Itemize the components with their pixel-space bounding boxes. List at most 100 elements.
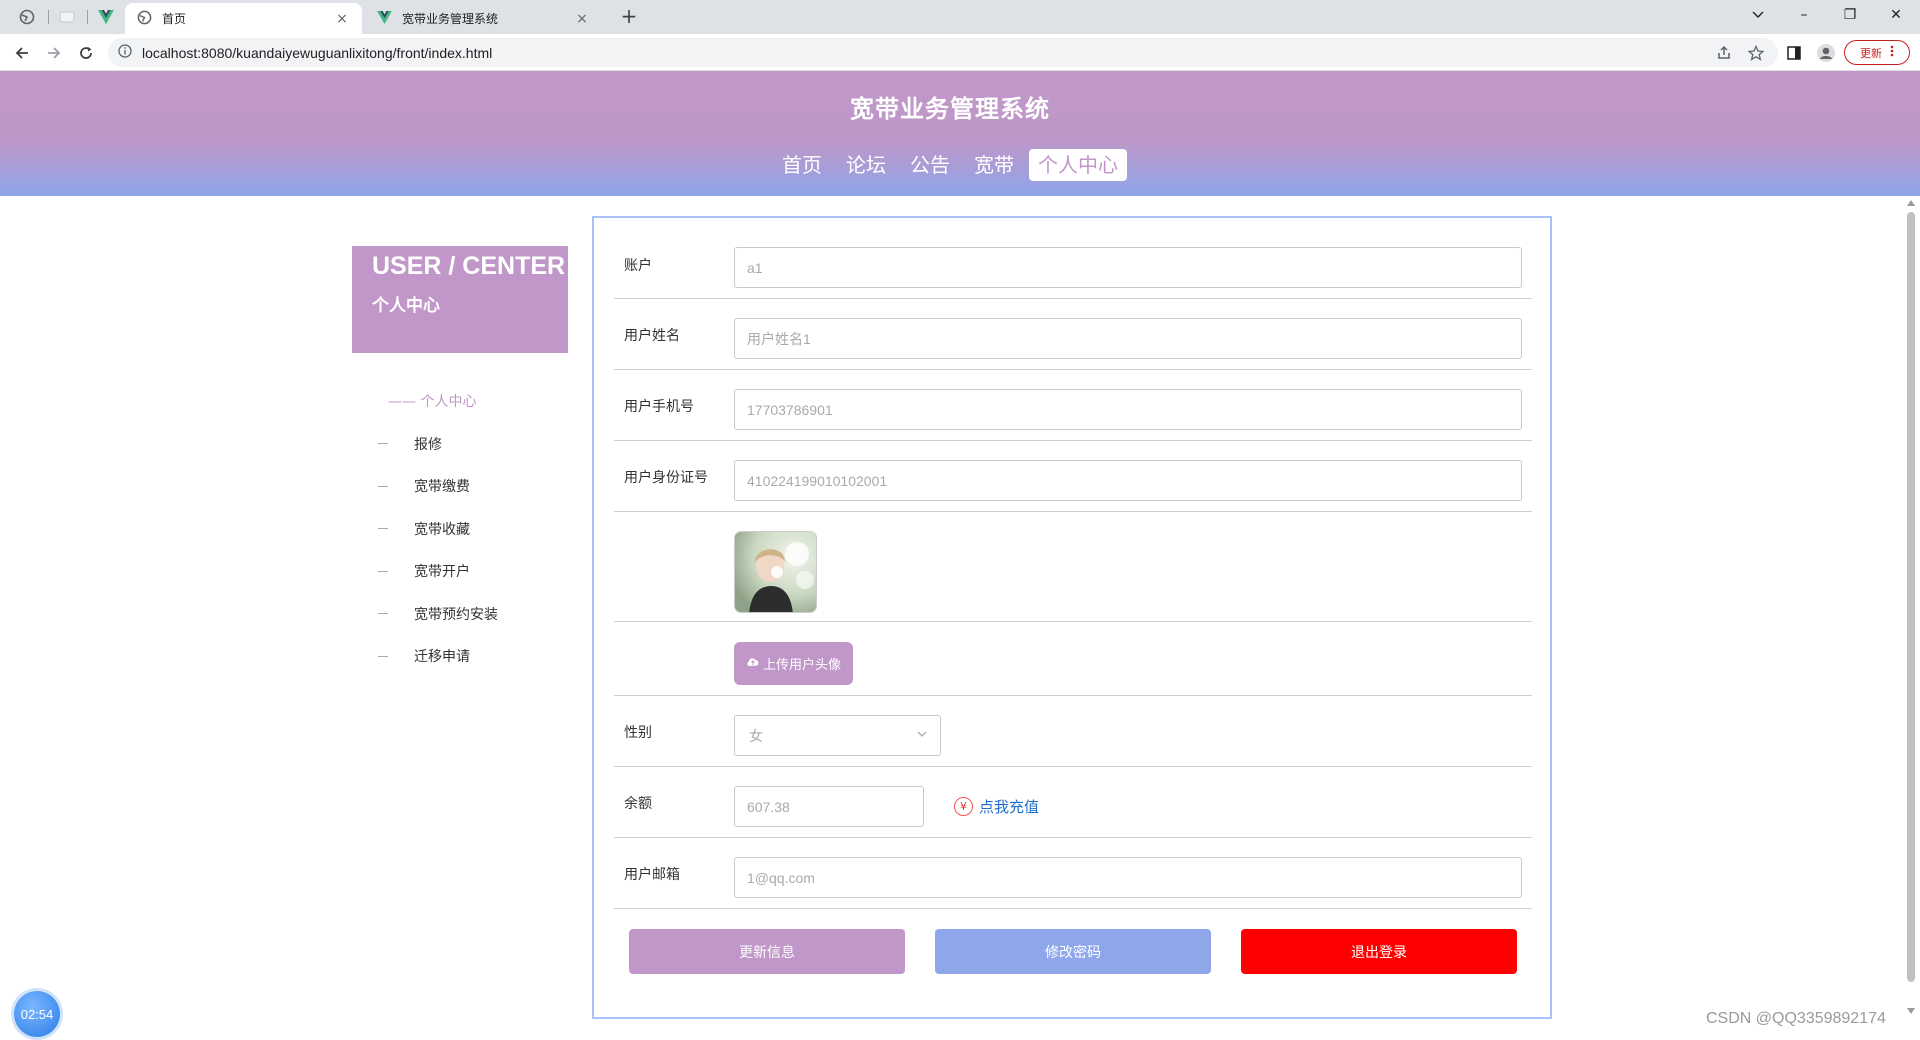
- side-item-repair[interactable]: 报修: [352, 423, 568, 466]
- side-item-label: 迁移申请: [414, 649, 470, 666]
- window-close-button[interactable]: ✕: [1874, 0, 1918, 30]
- id-card-label: 用户身份证号: [624, 470, 708, 486]
- side-item-favorites[interactable]: 宽带收藏: [352, 508, 568, 551]
- dash-icon: [378, 528, 388, 530]
- browser-toolbar: localhost:8080/kuandaiyewuguanlixitong/f…: [0, 34, 1920, 71]
- tab-separator: [48, 10, 49, 24]
- watermark: CSDN @QQ3359892174: [1706, 1010, 1886, 1027]
- more-vert-icon: [1890, 45, 1894, 60]
- id-card-input[interactable]: 410224199010102001: [734, 460, 1522, 501]
- url-text: localhost:8080/kuandaiyewuguanlixitong/f…: [142, 44, 493, 61]
- chevron-down-icon: [916, 728, 928, 744]
- address-bar[interactable]: localhost:8080/kuandaiyewuguanlixitong/f…: [108, 38, 1778, 67]
- close-tab-icon[interactable]: ×: [334, 11, 350, 27]
- dash-icon: [378, 443, 388, 445]
- phone-label: 用户手机号: [624, 399, 694, 415]
- change-password-button[interactable]: 修改密码: [935, 929, 1211, 974]
- update-label: 更新: [1860, 46, 1882, 60]
- user-center-title-zh: 个人中心: [372, 296, 440, 316]
- form-row-id-card: 用户身份证号 410224199010102001: [614, 441, 1532, 512]
- nav-user-center[interactable]: 个人中心: [1029, 149, 1127, 181]
- scroll-up-icon[interactable]: [1907, 200, 1915, 206]
- globe-icon: [137, 10, 152, 28]
- minimize-button[interactable]: –: [1782, 0, 1826, 30]
- tab-separator: [87, 10, 88, 24]
- yen-coin-icon: ¥: [954, 797, 973, 816]
- user-avatar-image: [734, 531, 817, 613]
- site-info-icon[interactable]: [118, 43, 132, 62]
- dash-icon: [378, 570, 388, 572]
- side-menu: —— 个人中心 报修 宽带缴费 宽带收藏 宽带开户 宽带预约安装 迁移申请: [352, 380, 568, 678]
- scroll-down-icon[interactable]: [1907, 1008, 1915, 1014]
- nav-forum[interactable]: 论坛: [837, 149, 895, 181]
- side-item-label: 报修: [414, 436, 442, 453]
- form-row-name: 用户姓名 用户姓名1: [614, 299, 1532, 370]
- bookmark-star-icon[interactable]: [1744, 41, 1768, 65]
- back-arrow-icon[interactable]: [10, 41, 34, 65]
- upload-avatar-button[interactable]: 上传用户头像: [734, 642, 853, 685]
- form-row-upload: 上传用户头像: [614, 622, 1532, 696]
- upload-avatar-label: 上传用户头像: [762, 658, 841, 673]
- side-item-user-center[interactable]: —— 个人中心: [352, 380, 568, 423]
- site-header: 宽带业务管理系统 首页 论坛 公告 宽带 个人中心: [0, 71, 1920, 196]
- dash-icon: [378, 613, 388, 615]
- balance-label: 余额: [624, 796, 652, 812]
- recording-timer[interactable]: 02:54: [14, 991, 60, 1037]
- close-tab-icon[interactable]: ×: [574, 11, 590, 27]
- maximize-button[interactable]: ❐: [1828, 0, 1872, 30]
- tab-title: 首页: [162, 12, 187, 26]
- dash-icon: [378, 485, 388, 487]
- tab-title: 宽带业务管理系统: [402, 12, 499, 26]
- main-nav: 首页 论坛 公告 宽带 个人中心: [0, 149, 1900, 181]
- profile-form-panel: 账户 a1 用户姓名 用户姓名1 用户手机号 17703786901 用户身份证…: [592, 216, 1552, 1019]
- blank-page-icon[interactable]: [55, 6, 79, 28]
- form-row-avatar: [614, 512, 1532, 622]
- account-input[interactable]: a1: [734, 247, 1522, 288]
- account-label: 账户: [624, 258, 652, 274]
- form-row-phone: 用户手机号 17703786901: [614, 370, 1532, 441]
- scrollbar-thumb[interactable]: [1907, 212, 1915, 982]
- phone-input[interactable]: 17703786901: [734, 389, 1522, 430]
- update-info-button[interactable]: 更新信息: [629, 929, 905, 974]
- gender-value: 女: [749, 728, 763, 745]
- email-label: 用户邮箱: [624, 867, 680, 883]
- gender-select[interactable]: 女: [734, 715, 941, 756]
- page-scrollbar[interactable]: [1904, 200, 1918, 1022]
- nav-home[interactable]: 首页: [773, 149, 831, 181]
- reload-icon[interactable]: [74, 41, 98, 65]
- side-item-open-account[interactable]: 宽带开户: [352, 550, 568, 593]
- gender-label: 性别: [624, 725, 652, 741]
- browser-tab-bar: 首页 × 宽带业务管理系统 × + – ❐ ✕: [0, 0, 1920, 34]
- logout-button[interactable]: 退出登录: [1241, 929, 1517, 974]
- vue-logo-icon[interactable]: [94, 6, 118, 28]
- new-tab-button[interactable]: +: [616, 5, 642, 29]
- tab-home[interactable]: 首页 ×: [125, 3, 362, 34]
- nav-broadband[interactable]: 宽带: [965, 149, 1023, 181]
- profile-avatar-icon[interactable]: [1814, 41, 1838, 65]
- forward-arrow-icon[interactable]: [42, 41, 66, 65]
- side-item-label: 宽带预约安装: [414, 606, 498, 623]
- side-item-migration[interactable]: 迁移申请: [352, 635, 568, 678]
- email-input[interactable]: 1@qq.com: [734, 857, 1522, 898]
- recharge-link[interactable]: ¥ 点我充值: [954, 796, 1039, 817]
- nav-notice[interactable]: 公告: [901, 149, 959, 181]
- side-item-install-booking[interactable]: 宽带预约安装: [352, 593, 568, 636]
- tab-system[interactable]: 宽带业务管理系统 ×: [365, 3, 602, 34]
- side-item-label: 宽带缴费: [414, 479, 470, 496]
- tab-search-icon[interactable]: [1736, 0, 1780, 30]
- user-center-title-en: USER / CENTER: [372, 252, 566, 280]
- form-row-account: 账户 a1: [614, 218, 1532, 299]
- browser-update-button[interactable]: 更新: [1844, 40, 1910, 65]
- name-input[interactable]: 用户姓名1: [734, 318, 1522, 359]
- side-item-label: 宽带开户: [414, 564, 470, 581]
- form-row-email: 用户邮箱 1@qq.com: [614, 838, 1532, 909]
- name-label: 用户姓名: [624, 328, 680, 344]
- share-icon[interactable]: [1712, 41, 1736, 65]
- side-item-payment[interactable]: 宽带缴费: [352, 465, 568, 508]
- cloud-upload-icon: [746, 656, 760, 671]
- side-panel-icon[interactable]: [1782, 41, 1806, 65]
- globe-icon[interactable]: [15, 6, 39, 28]
- recharge-label: 点我充值: [979, 798, 1040, 816]
- balance-input[interactable]: 607.38: [734, 786, 924, 827]
- site-title: 宽带业务管理系统: [850, 95, 1050, 123]
